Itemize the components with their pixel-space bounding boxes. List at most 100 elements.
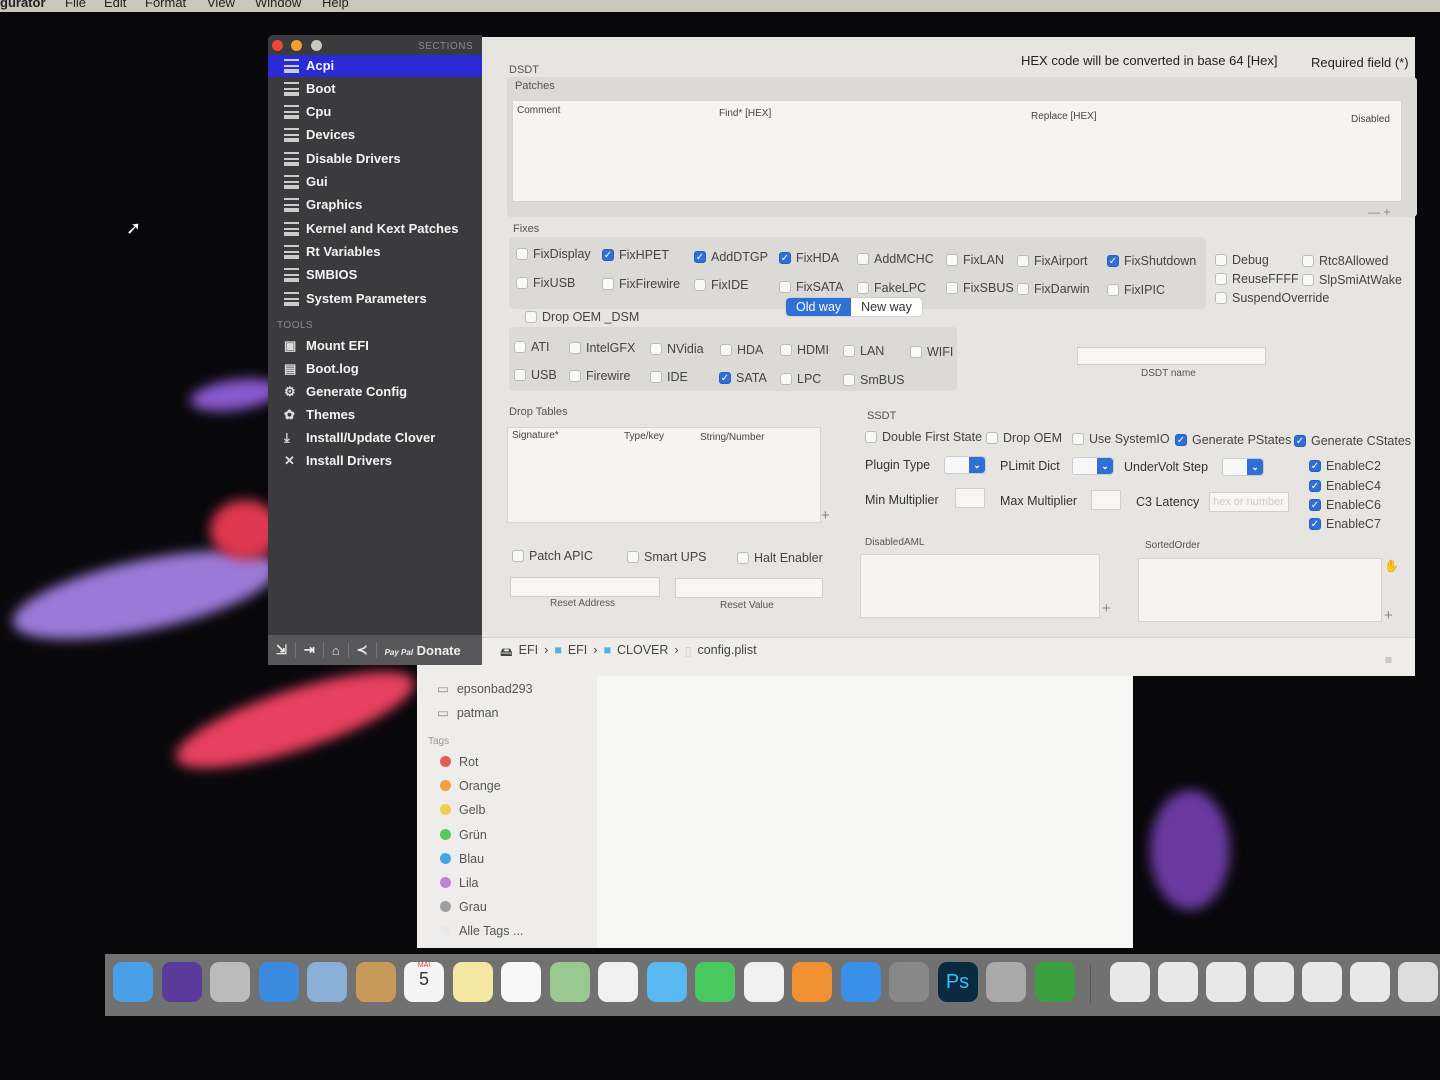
checkbox-lan[interactable]: LAN [843, 344, 884, 358]
itunes-dock-icon[interactable] [743, 962, 784, 1002]
checkbox-wifi[interactable]: WIFI [910, 345, 953, 359]
checkbox-slpsmiatwake[interactable]: SlpSmiAtWake [1302, 273, 1402, 287]
sidebar-item-gui[interactable]: Gui [268, 171, 482, 193]
share-icon[interactable]: ≺ [349, 642, 377, 658]
checkbox-fixsata[interactable]: FixSATA [779, 280, 843, 294]
doc-ps-dock-icon[interactable] [1206, 962, 1246, 1002]
sidebar-item-acpi[interactable]: Acpi [268, 55, 482, 77]
downloads-dock-icon[interactable] [1158, 962, 1198, 1002]
checkbox-double-first-state[interactable]: Double First State [865, 430, 982, 444]
path-config-file[interactable]: config.plist [697, 643, 756, 664]
checkbox-debug[interactable]: Debug [1215, 253, 1269, 267]
checkbox-smbus[interactable]: SmBUS [843, 373, 904, 387]
checkbox-ide[interactable]: IDE [650, 370, 688, 384]
file-dock-icon[interactable] [1110, 962, 1150, 1002]
sidebar-item-graphics[interactable]: Graphics [268, 194, 482, 216]
col-type-key[interactable]: Type/key [624, 431, 664, 442]
c3-latency-input[interactable]: hex or number [1209, 492, 1289, 512]
tool-themes[interactable]: ✿ Themes [268, 404, 482, 426]
checkbox-halt-enabler[interactable]: Halt Enabler [737, 551, 823, 565]
checkbox-rtc8allowed[interactable]: Rtc8Allowed [1302, 254, 1388, 268]
app-store-dock-icon[interactable] [840, 962, 881, 1002]
tool-boot-log[interactable]: ▤ Boot.log [268, 358, 482, 380]
messages-dock-icon[interactable] [646, 962, 687, 1002]
checkbox-fixairport[interactable]: FixAirport [1017, 254, 1087, 268]
safari-dock-icon[interactable] [258, 962, 299, 1002]
sidebar-item-cpu[interactable]: Cpu [268, 101, 482, 123]
sorted-order-list[interactable] [1138, 558, 1382, 622]
col-disabled[interactable]: Disabled [1351, 114, 1390, 125]
list-icon[interactable]: ≡ [1385, 653, 1392, 667]
photoshop-dock-icon[interactable]: Ps [937, 962, 978, 1002]
undervolt-select[interactable]: ⌄ [1222, 458, 1264, 476]
checkbox-fixshutdown[interactable]: ✓ FixShutdown [1107, 254, 1196, 268]
checkbox-enablec7[interactable]: ✓ EnableC7 [1309, 517, 1381, 531]
path-clover-folder[interactable]: CLOVER [617, 643, 668, 664]
finder-tag-item[interactable]: Gelb [440, 803, 485, 817]
doc2-dock-icon[interactable] [1302, 962, 1342, 1002]
zoom-button[interactable] [311, 40, 322, 51]
plimit-select[interactable]: ⌄ [1072, 457, 1114, 475]
finder-tag-item[interactable]: Alle Tags ... [440, 924, 523, 938]
menu-help[interactable]: Help [322, 0, 349, 10]
donate-button[interactable]: Pay Pal Donate [377, 643, 469, 658]
menu-window[interactable]: Window [255, 0, 301, 10]
checkbox-fixlan[interactable]: FixLAN [946, 253, 1004, 267]
tool-mount-efi[interactable]: ▣ Mount EFI [268, 335, 482, 357]
checkbox-drop-oem[interactable]: Drop OEM [986, 431, 1062, 445]
checkbox-enablec2[interactable]: ✓ EnableC2 [1309, 459, 1381, 473]
trash-dock-icon[interactable] [1398, 962, 1438, 1002]
reminders-dock-icon[interactable] [501, 962, 541, 1002]
contacts-dock-icon[interactable] [355, 962, 396, 1002]
drop-tables-table[interactable]: Signature* Type/key String/Number [507, 427, 821, 523]
checkbox-ati[interactable]: ATI [514, 340, 550, 354]
path-efi-folder[interactable]: EFI [568, 643, 587, 664]
reset-value-input[interactable] [675, 578, 823, 598]
checkbox-fixhpet[interactable]: ✓ FixHPET [602, 248, 669, 262]
siri-dock-icon[interactable] [161, 962, 202, 1002]
checkbox-sata[interactable]: ✓ SATA [719, 371, 767, 385]
checkbox-addmchc[interactable]: AddMCHC [857, 252, 934, 266]
checkbox-smart-ups[interactable]: Smart UPS [627, 550, 707, 564]
add-sorted-order-button[interactable]: + [1384, 607, 1393, 624]
finder-tag-item[interactable]: Lila [440, 876, 478, 890]
checkbox-intelgfx[interactable]: IntelGFX [569, 341, 635, 355]
finder-device-item[interactable]: ▭ epsonbad293 [437, 681, 533, 696]
checkbox-enablec6[interactable]: ✓ EnableC6 [1309, 498, 1381, 512]
checkbox-fakelpc[interactable]: FakeLPC [857, 281, 926, 295]
col-comment[interactable]: Comment [517, 105, 560, 116]
doc-dock-icon[interactable] [1254, 962, 1294, 1002]
checkbox-fixfirewire[interactable]: FixFirewire [602, 277, 680, 291]
checkbox-usb[interactable]: USB [514, 368, 557, 382]
launchpad-dock-icon[interactable] [210, 962, 250, 1002]
dsdt-name-input[interactable] [1077, 347, 1266, 365]
checkbox-drop-oem-dsm[interactable]: Drop OEM _DSM [525, 310, 639, 324]
utility-dock-icon[interactable] [986, 962, 1026, 1002]
calendar-dock-icon[interactable]: MAI 5 [404, 962, 444, 1002]
old-way-segment[interactable]: Old way [786, 298, 852, 316]
checkbox-hda[interactable]: HDA [720, 343, 763, 357]
export-icon[interactable]: ⇥ [296, 642, 324, 658]
checkbox-use-systemio[interactable]: Use SystemIO [1072, 432, 1170, 446]
preview-dock-icon[interactable] [307, 962, 347, 1002]
plugin-type-select[interactable]: ⌄ [944, 456, 986, 474]
maps-dock-icon[interactable] [549, 962, 590, 1002]
checkbox-fixusb[interactable]: FixUSB [516, 276, 575, 290]
checkbox-hdmi[interactable]: HDMI [780, 343, 829, 357]
checkbox-fixdisplay[interactable]: FixDisplay [516, 247, 591, 261]
checkbox-patch-apic[interactable]: Patch APIC [512, 549, 593, 563]
close-button[interactable] [272, 40, 283, 51]
col-string-number[interactable]: String/Number [700, 432, 764, 443]
minimize-button[interactable] [291, 40, 302, 51]
photos-dock-icon[interactable] [598, 962, 638, 1002]
sidebar-item-kernel-and-kext-patches[interactable]: Kernel and Kext Patches [268, 218, 482, 240]
path-efi-volume[interactable]: EFI [519, 643, 538, 664]
menu-edit[interactable]: Edit [104, 0, 126, 10]
clover-dock-icon[interactable] [1034, 962, 1075, 1002]
reset-address-input[interactable] [510, 577, 660, 597]
home-icon[interactable]: ⌂ [324, 642, 349, 658]
min-multiplier-input[interactable] [955, 488, 985, 508]
menu-file[interactable]: File [65, 0, 86, 10]
checkbox-fixsbus[interactable]: FixSBUS [946, 281, 1014, 295]
checkbox-fixhda[interactable]: ✓ FixHDA [779, 251, 839, 265]
